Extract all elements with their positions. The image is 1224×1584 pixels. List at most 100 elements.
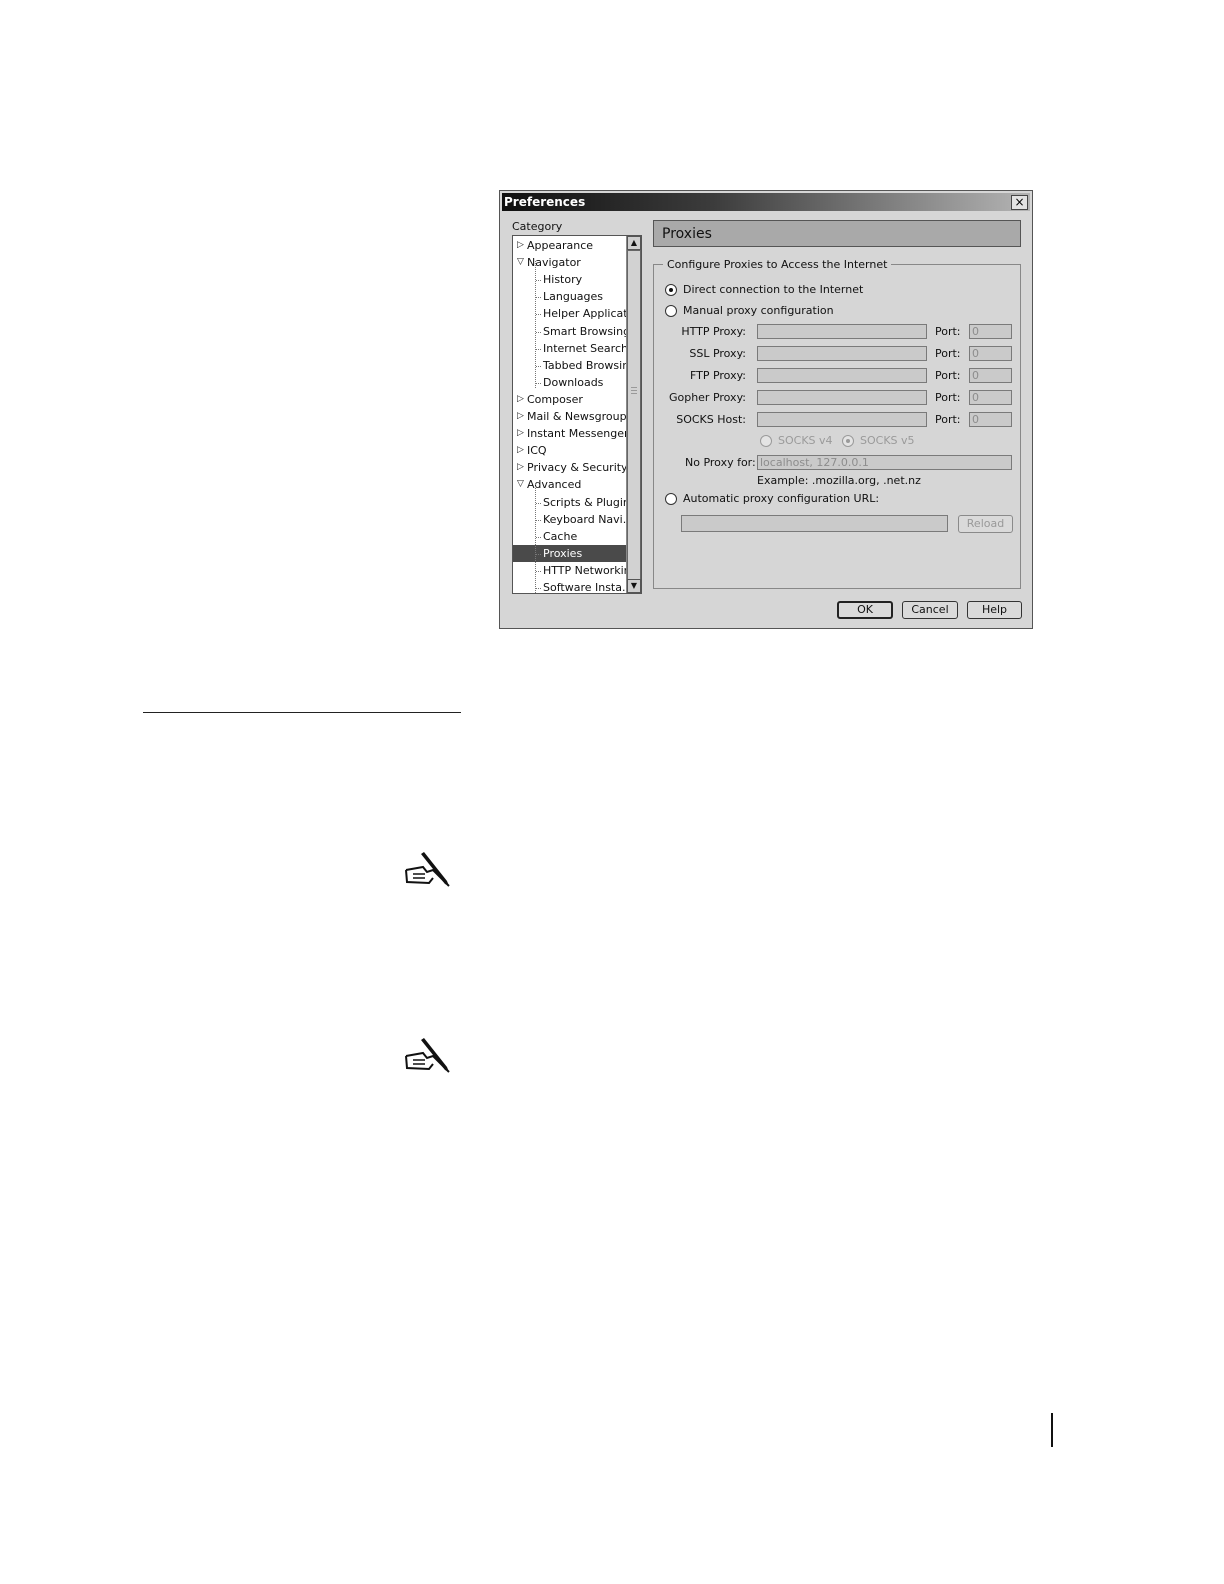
socks-host-input[interactable] [757,412,927,427]
tree-connector [536,280,541,282]
tree-item-label: HTTP Networking [543,563,638,577]
scroll-up-icon[interactable]: ▲ [627,236,641,250]
http-proxy-input[interactable] [757,324,927,339]
gopher-proxy-input[interactable] [757,390,927,405]
tree-item-label: Helper Applicat... [543,307,639,321]
tree-item-label: Smart Browsing [543,324,631,338]
help-button[interactable]: Help [967,601,1022,619]
tree-item-label: Proxies [543,546,583,560]
socks-v4-radio[interactable] [760,435,772,447]
expand-triangle-icon[interactable]: ▷ [517,237,524,254]
panel-header: Proxies [653,220,1021,247]
expand-triangle-icon[interactable]: ▷ [517,459,524,476]
panel-title: Proxies [662,226,712,242]
direct-connection-radio[interactable] [665,284,677,296]
tree-item[interactable]: ▷ Composer [513,391,627,408]
expand-triangle-icon[interactable]: ▷ [517,391,524,408]
tree-item[interactable]: ▷ ICQ [513,442,627,459]
close-icon[interactable]: × [1011,195,1028,210]
preferences-dialog: Preferences × Category ▷ Appearance ▽ Navig… [499,190,1033,629]
tree-item[interactable]: History [513,271,627,288]
socks-port-label: Port: [935,413,961,426]
tree-item-label: Appearance [527,239,594,252]
tree-scrollbar[interactable]: ▲ ▼ [626,236,641,593]
collapse-triangle-icon[interactable]: ▽ [517,476,524,493]
tree-guide-line [535,483,536,593]
tree-item[interactable]: ▷ Appearance [513,237,627,254]
tree-item-label: Composer [527,392,583,406]
writing-hand-icon [405,1038,450,1073]
ftp-proxy-label: FTP Proxy: [689,369,746,382]
tree-connector [536,570,541,572]
tree-connector [536,536,541,538]
ok-button[interactable]: OK [837,601,893,619]
tree-item-label: Software Insta... [543,581,633,594]
tree-item[interactable]: Cache [513,528,627,545]
tree-item[interactable]: Helper Applicat... [513,305,638,322]
ftp-proxy-input[interactable] [757,368,927,383]
manual-proxy-label[interactable]: Manual proxy configuration [683,304,834,318]
tree-connector [536,314,541,316]
tree-connector [536,382,541,384]
collapse-triangle-icon[interactable]: ▽ [517,254,524,271]
reload-button[interactable]: Reload [958,515,1013,533]
no-proxy-input[interactable]: localhost, 127.0.0.1 [757,455,1012,470]
horizontal-rule [143,712,461,713]
socks-v5-radio[interactable] [842,435,854,447]
tree-connector [536,588,541,589]
scroll-down-icon[interactable]: ▼ [627,579,641,593]
expand-triangle-icon[interactable]: ▷ [517,442,524,459]
direct-connection-label[interactable]: Direct connection to the Internet [683,283,863,297]
tree-item[interactable]: ▷ Privacy & Security [513,459,628,476]
ssl-port-input[interactable]: 0 [969,346,1012,361]
tree-item[interactable]: Keyboard Navi... [513,511,633,528]
tree-item-label: Downloads [543,375,604,389]
tree-guide-line [535,261,536,388]
auto-proxy-radio[interactable] [665,493,677,505]
tree-item[interactable]: Scripts & Plugins [513,494,636,511]
gopher-port-input[interactable]: 0 [969,390,1012,405]
tree-item-label: Tabbed Browsing [543,358,637,372]
no-proxy-example: Example: .mozilla.org, .net.nz [757,474,921,487]
ftp-port-label: Port: [935,369,961,382]
gopher-proxy-label: Gopher Proxy: [668,391,746,404]
tree-item[interactable]: ▽ Navigator [513,254,627,271]
tree-item[interactable]: Smart Browsing [513,323,631,340]
tree-item[interactable]: Languages [513,288,627,305]
http-port-label: Port: [935,325,961,338]
tree-item-label: History [543,273,583,287]
manual-proxy-radio[interactable] [665,305,677,317]
socks-port-input[interactable]: 0 [969,412,1012,427]
tree-item[interactable]: HTTP Networking [513,562,638,579]
socks-v4-label[interactable]: SOCKS v4 [778,434,833,448]
ftp-port-input[interactable]: 0 [969,368,1012,383]
socks-v5-label[interactable]: SOCKS v5 [860,434,915,448]
tree-item[interactable]: ▷ Mail & Newsgroups [513,408,632,425]
tree-item-label: ICQ [527,444,547,458]
ssl-proxy-input[interactable] [757,346,927,361]
gopher-port-label: Port: [935,391,961,404]
tree-item[interactable]: Downloads [513,374,627,391]
auto-proxy-label[interactable]: Automatic proxy configuration URL: [683,492,879,506]
expand-triangle-icon[interactable]: ▷ [517,425,524,442]
scroll-thumb[interactable] [627,250,641,580]
tree-item[interactable]: Proxies [513,544,627,562]
dialog-title: Preferences [504,195,586,209]
http-port-input[interactable]: 0 [969,324,1012,339]
tree-item[interactable]: ▷ Instant Messenger [513,425,629,442]
tree-item[interactable]: Internet Search [513,340,628,357]
tree-item-label: Languages [543,290,604,304]
cancel-button[interactable]: Cancel [902,601,958,619]
writing-hand-icon [405,852,450,887]
tree-connector [536,297,541,299]
auto-proxy-url-input[interactable] [681,515,948,532]
tree-item[interactable]: Software Insta... [513,579,632,593]
category-tree: ▷ Appearance ▽ Navigator History Languages Hel… [512,235,642,594]
tree-item-label: Internet Search [543,341,628,355]
tree-item-label: Privacy & Security [527,461,628,475]
tree-connector [536,519,541,521]
tree-item[interactable]: Tabbed Browsing [513,357,636,374]
title-bar[interactable]: Preferences × [502,193,1030,211]
expand-triangle-icon[interactable]: ▷ [517,408,524,425]
tree-item[interactable]: ▽ Advanced [513,476,627,493]
